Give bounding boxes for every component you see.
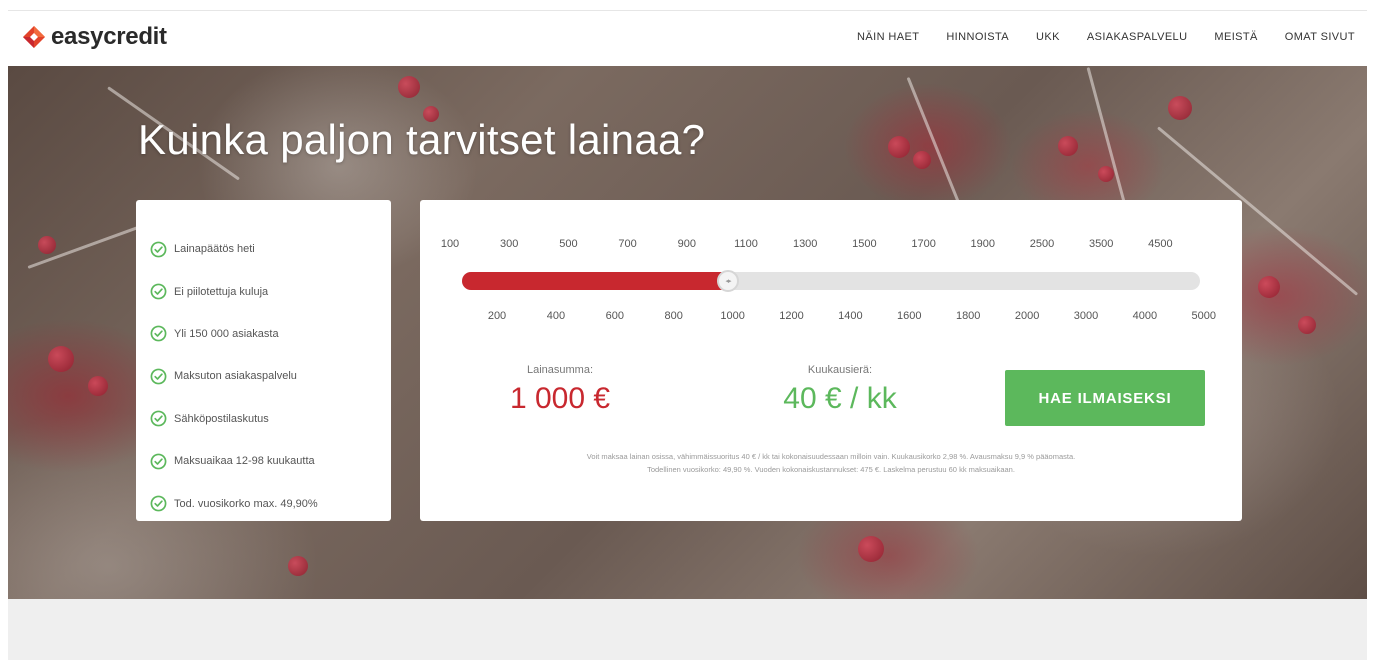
nav-item-ukk[interactable]: UKK xyxy=(1036,31,1060,43)
feature-text: Ei piilotettuja kuluja xyxy=(174,285,269,298)
feature-item: Yli 150 000 asiakasta xyxy=(150,313,391,355)
slider-tick-label[interactable]: 5000 xyxy=(1192,310,1216,322)
disclaimer-line-2: Todellinen vuosikorko: 49,90 %. Vuoden k… xyxy=(647,465,1015,474)
loan-amount-block: Lainasumma: 1 000 € xyxy=(480,364,640,416)
decor-berry xyxy=(88,376,108,396)
decor-berry xyxy=(1058,136,1078,156)
nav-item-hinnoista[interactable]: HINNOISTA xyxy=(946,31,1009,43)
decor-berry xyxy=(1258,276,1280,298)
hero-section: Kuinka paljon tarvitset lainaa? Lainapää… xyxy=(8,66,1367,599)
check-circle-icon xyxy=(150,495,167,512)
decor-berry xyxy=(288,556,308,576)
slider-tick-label[interactable]: 1700 xyxy=(911,238,935,250)
brand-name: easycredit xyxy=(51,23,167,50)
feature-text: Sähköpostilaskutus xyxy=(174,412,269,425)
decor-berry xyxy=(38,236,56,254)
main-nav: NÄIN HAET HINNOISTA UKK ASIAKASPALVELU M… xyxy=(857,31,1355,43)
site-header: easycredit NÄIN HAET HINNOISTA UKK ASIAK… xyxy=(8,10,1367,66)
nav-item-meista[interactable]: MEISTÄ xyxy=(1214,31,1257,43)
brand-logo[interactable]: easycredit xyxy=(22,23,167,51)
page: easycredit NÄIN HAET HINNOISTA UKK ASIAK… xyxy=(8,10,1367,660)
apply-free-button[interactable]: HAE ILMAISEKSI xyxy=(1005,370,1205,426)
feature-item: Tod. vuosikorko max. 49,90% xyxy=(150,482,391,524)
loan-amount-slider-fill xyxy=(462,272,728,290)
slider-tick-label[interactable]: 1800 xyxy=(956,310,980,322)
grip-icon: ◂▸ xyxy=(725,278,731,285)
slider-bottom-tick-labels: 200 400 600 800 1000 1200 1400 1600 1800 2000 3000… xyxy=(420,310,1242,326)
feature-text: Maksuaikaa 12-98 kuukautta xyxy=(174,455,315,468)
loan-amount-slider-track[interactable]: ◂▸ xyxy=(462,270,1200,292)
nav-item-nain-haet[interactable]: NÄIN HAET xyxy=(857,31,919,43)
loan-amount-value: 1 000 € xyxy=(509,382,611,415)
slider-tick-label[interactable]: 1400 xyxy=(838,310,862,322)
loan-disclaimer: Voit maksaa lainan osissa, vähimmäissuor… xyxy=(460,450,1202,476)
below-hero-section xyxy=(8,599,1367,660)
disclaimer-line-1: Voit maksaa lainan osissa, vähimmäissuor… xyxy=(586,452,1076,461)
slider-tick-label[interactable]: 1500 xyxy=(852,238,876,250)
feature-text: Maksuton asiakaspalvelu xyxy=(174,370,297,383)
check-circle-icon xyxy=(150,368,167,385)
feature-text: Yli 150 000 asiakasta xyxy=(174,327,279,340)
slider-tick-label[interactable]: 2500 xyxy=(1030,238,1054,250)
feature-item: Sähköpostilaskutus xyxy=(150,398,391,440)
slider-tick-label[interactable]: 1300 xyxy=(793,238,817,250)
check-circle-icon xyxy=(150,410,167,427)
decor-berry xyxy=(48,346,74,372)
features-card: Lainapäätös heti Ei piilotettuja kuluja … xyxy=(136,200,391,521)
slider-tick-label[interactable]: 3500 xyxy=(1089,238,1113,250)
slider-tick-label[interactable]: 900 xyxy=(678,238,696,250)
easycredit-logo-icon xyxy=(23,26,45,48)
loan-amount-label: Lainasumma: xyxy=(526,364,594,376)
decor-berry xyxy=(888,136,910,158)
nav-item-omat-sivut[interactable]: OMAT SIVUT xyxy=(1285,31,1355,43)
nav-item-asiakaspalvelu[interactable]: ASIAKASPALVELU xyxy=(1087,31,1188,43)
check-circle-icon xyxy=(150,453,167,470)
slider-top-tick-labels: 100 300 500 700 900 1100 1300 1500 1700 1900 2500 3… xyxy=(420,238,1242,254)
slider-tick-label[interactable]: 1200 xyxy=(779,310,803,322)
slider-tick-label[interactable]: 2000 xyxy=(1015,310,1039,322)
slider-tick-label[interactable]: 800 xyxy=(665,310,683,322)
decor-berry xyxy=(1298,316,1316,334)
slider-tick-label[interactable]: 200 xyxy=(488,310,506,322)
slider-tick-label[interactable]: 1000 xyxy=(720,310,744,322)
slider-tick-label[interactable]: 400 xyxy=(547,310,565,322)
slider-tick-label[interactable]: 500 xyxy=(559,238,577,250)
decor-berry xyxy=(398,76,420,98)
check-circle-icon xyxy=(150,326,167,342)
slider-tick-label[interactable]: 4000 xyxy=(1133,310,1157,322)
slider-tick-label[interactable]: 100 xyxy=(441,238,459,250)
slider-tick-label[interactable]: 600 xyxy=(606,310,624,322)
feature-text: Lainapäätös heti xyxy=(174,243,255,256)
feature-item: Ei piilotettuja kuluja xyxy=(150,270,391,312)
check-circle-icon xyxy=(150,241,167,258)
slider-tick-label[interactable]: 1600 xyxy=(897,310,921,322)
feature-item: Maksuaikaa 12-98 kuukautta xyxy=(150,440,391,482)
slider-tick-label[interactable]: 700 xyxy=(618,238,636,250)
slider-tick-label[interactable]: 1100 xyxy=(734,238,758,250)
slider-tick-label[interactable]: 1900 xyxy=(971,238,995,250)
monthly-payment-block: Kuukausierä: 40 € / kk xyxy=(750,364,930,416)
monthly-payment-label: Kuukausierä: xyxy=(807,364,873,376)
hero-title: Kuinka paljon tarvitset lainaa? xyxy=(138,116,706,163)
feature-item: Lainapäätös heti xyxy=(150,228,391,270)
decor-berry xyxy=(913,151,931,169)
loan-amount-slider-handle[interactable]: ◂▸ xyxy=(717,270,739,292)
slider-tick-label[interactable]: 300 xyxy=(500,238,518,250)
slider-tick-label[interactable]: 4500 xyxy=(1148,238,1172,250)
monthly-payment-value: 40 € / kk xyxy=(783,382,897,415)
check-circle-icon xyxy=(150,283,167,300)
feature-item: Maksuton asiakaspalvelu xyxy=(150,355,391,397)
slider-tick-label[interactable]: 3000 xyxy=(1074,310,1098,322)
decor-berry xyxy=(858,536,884,562)
decor-berry xyxy=(1098,166,1114,182)
decor-berry xyxy=(1168,96,1192,120)
loan-calculator-card: 100 300 500 700 900 1100 1300 1500 1700 1900 2500 3… xyxy=(420,200,1242,521)
feature-text: Tod. vuosikorko max. 49,90% xyxy=(174,497,318,510)
